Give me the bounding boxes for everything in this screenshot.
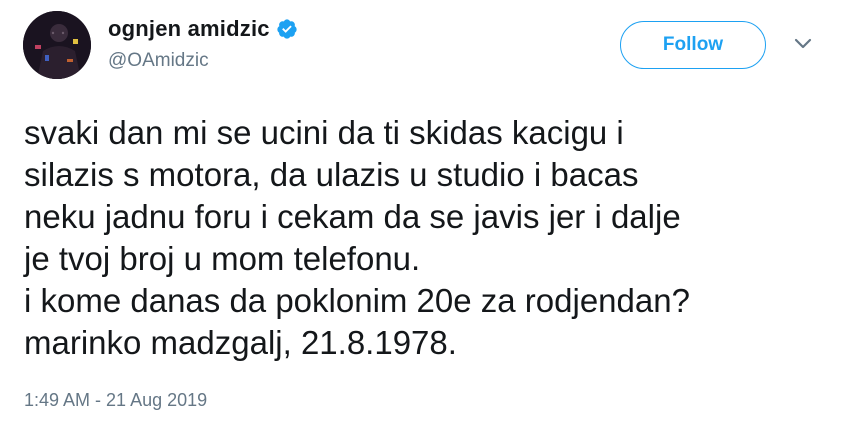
profile-photo-icon <box>23 11 91 79</box>
tweet-text-line: silazis s motora, da ulazis u studio i b… <box>24 156 639 193</box>
tweet-text-line: je tvoj broj u mom telefonu. <box>24 240 421 277</box>
follow-button[interactable]: Follow <box>620 21 766 69</box>
display-name[interactable]: ognjen amidzic <box>108 16 270 42</box>
name-row: ognjen amidzic <box>108 16 298 42</box>
tweet-card: ognjen amidzic @OAmidzic Follow svaki da… <box>0 0 850 425</box>
tweet-text-line: marinko madzgalj, 21.8.1978. <box>24 324 457 361</box>
tweet-text: svaki dan mi se ucini da ti skidas kacig… <box>24 112 834 364</box>
tweet-text-line: neku jadnu foru i cekam da se javis jer … <box>24 198 681 235</box>
tweet-text-line: i kome danas da poklonim 20e za rodjenda… <box>24 282 690 319</box>
chevron-down-icon[interactable] <box>793 36 813 52</box>
tweet-text-line: svaki dan mi se ucini da ti skidas kacig… <box>24 114 624 151</box>
verified-badge-icon <box>276 18 298 40</box>
user-handle[interactable]: @OAmidzic <box>108 50 209 72</box>
avatar[interactable] <box>23 11 91 79</box>
tweet-timestamp[interactable]: 1:49 AM - 21 Aug 2019 <box>24 390 207 411</box>
